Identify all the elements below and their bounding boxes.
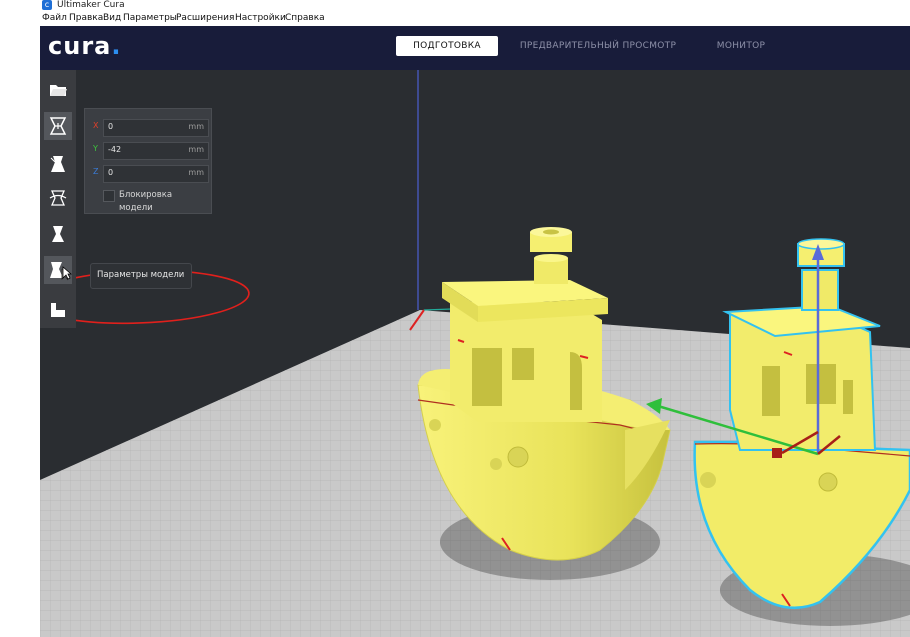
scale-tool-button[interactable] [44, 150, 72, 178]
z-field[interactable]: Z 0 mm [91, 165, 209, 183]
mirror-tool-button[interactable] [44, 220, 72, 248]
y-field[interactable]: Y -42 mm [91, 142, 209, 160]
left-frame [0, 26, 42, 637]
support-blocker-button[interactable] [44, 296, 72, 324]
open-file-button[interactable] [44, 76, 72, 104]
x-input[interactable]: 0 mm [103, 119, 209, 137]
left-toolbar [40, 70, 76, 328]
tab-monitor[interactable]: МОНИТОР [704, 36, 778, 56]
open-file-icon [50, 85, 67, 96]
tab-preview[interactable]: ПРЕДВАРИТЕЛЬНЫЙ ПРОСМОТР [514, 36, 682, 56]
menu-edit[interactable]: Правка [69, 13, 103, 23]
menu-view[interactable]: Вид [103, 13, 121, 23]
menu-settings[interactable]: Настройки [235, 13, 286, 23]
tooltip: Параметры модели [90, 263, 192, 289]
lock-model-checkbox[interactable]: Блокировка модели [103, 189, 207, 213]
scale-tool-icon [50, 156, 65, 172]
menu-bar: Файл Правка Вид Параметры Расширения Нас… [0, 12, 910, 26]
rotate-tool-icon [49, 190, 67, 206]
x-handle-icon [772, 448, 782, 458]
menu-file[interactable]: Файл [42, 13, 67, 23]
lock-model-label: Блокировка модели [119, 190, 173, 213]
z-input[interactable]: 0 mm [103, 165, 209, 183]
x-field[interactable]: X 0 mm [91, 119, 209, 137]
move-tool-panel: X 0 mm Y -42 mm Z 0 mm Блокировка модели [84, 108, 212, 214]
tooltip-text: Параметры модели [97, 270, 185, 280]
checkbox-box[interactable] [103, 190, 115, 202]
support-blocker-icon [51, 303, 65, 317]
menu-extensions[interactable]: Расширения [176, 13, 234, 23]
window-titlebar: c Ultimaker Cura [0, 0, 910, 12]
app-header: cura. ПОДГОТОВКА ПРЕДВАРИТЕЛЬНЫЙ ПРОСМОТ… [40, 26, 910, 70]
move-tool-button[interactable] [44, 112, 72, 140]
rotate-tool-button[interactable] [44, 184, 72, 212]
window-title: Ultimaker Cura [57, 0, 125, 10]
cura-logo: cura. [48, 32, 122, 60]
mirror-tool-icon [52, 226, 64, 242]
move-tool-icon [49, 117, 67, 135]
cura-window: cura. ПОДГОТОВКА ПРЕДВАРИТЕЛЬНЫЙ ПРОСМОТ… [40, 26, 910, 637]
tab-prepare[interactable]: ПОДГОТОВКА [396, 36, 498, 56]
y-input[interactable]: -42 mm [103, 142, 209, 160]
mouse-cursor-icon [62, 266, 72, 280]
menu-help[interactable]: Справка [285, 13, 325, 23]
menu-parameters[interactable]: Параметры [123, 13, 177, 23]
cura-app-icon: c [42, 0, 52, 10]
